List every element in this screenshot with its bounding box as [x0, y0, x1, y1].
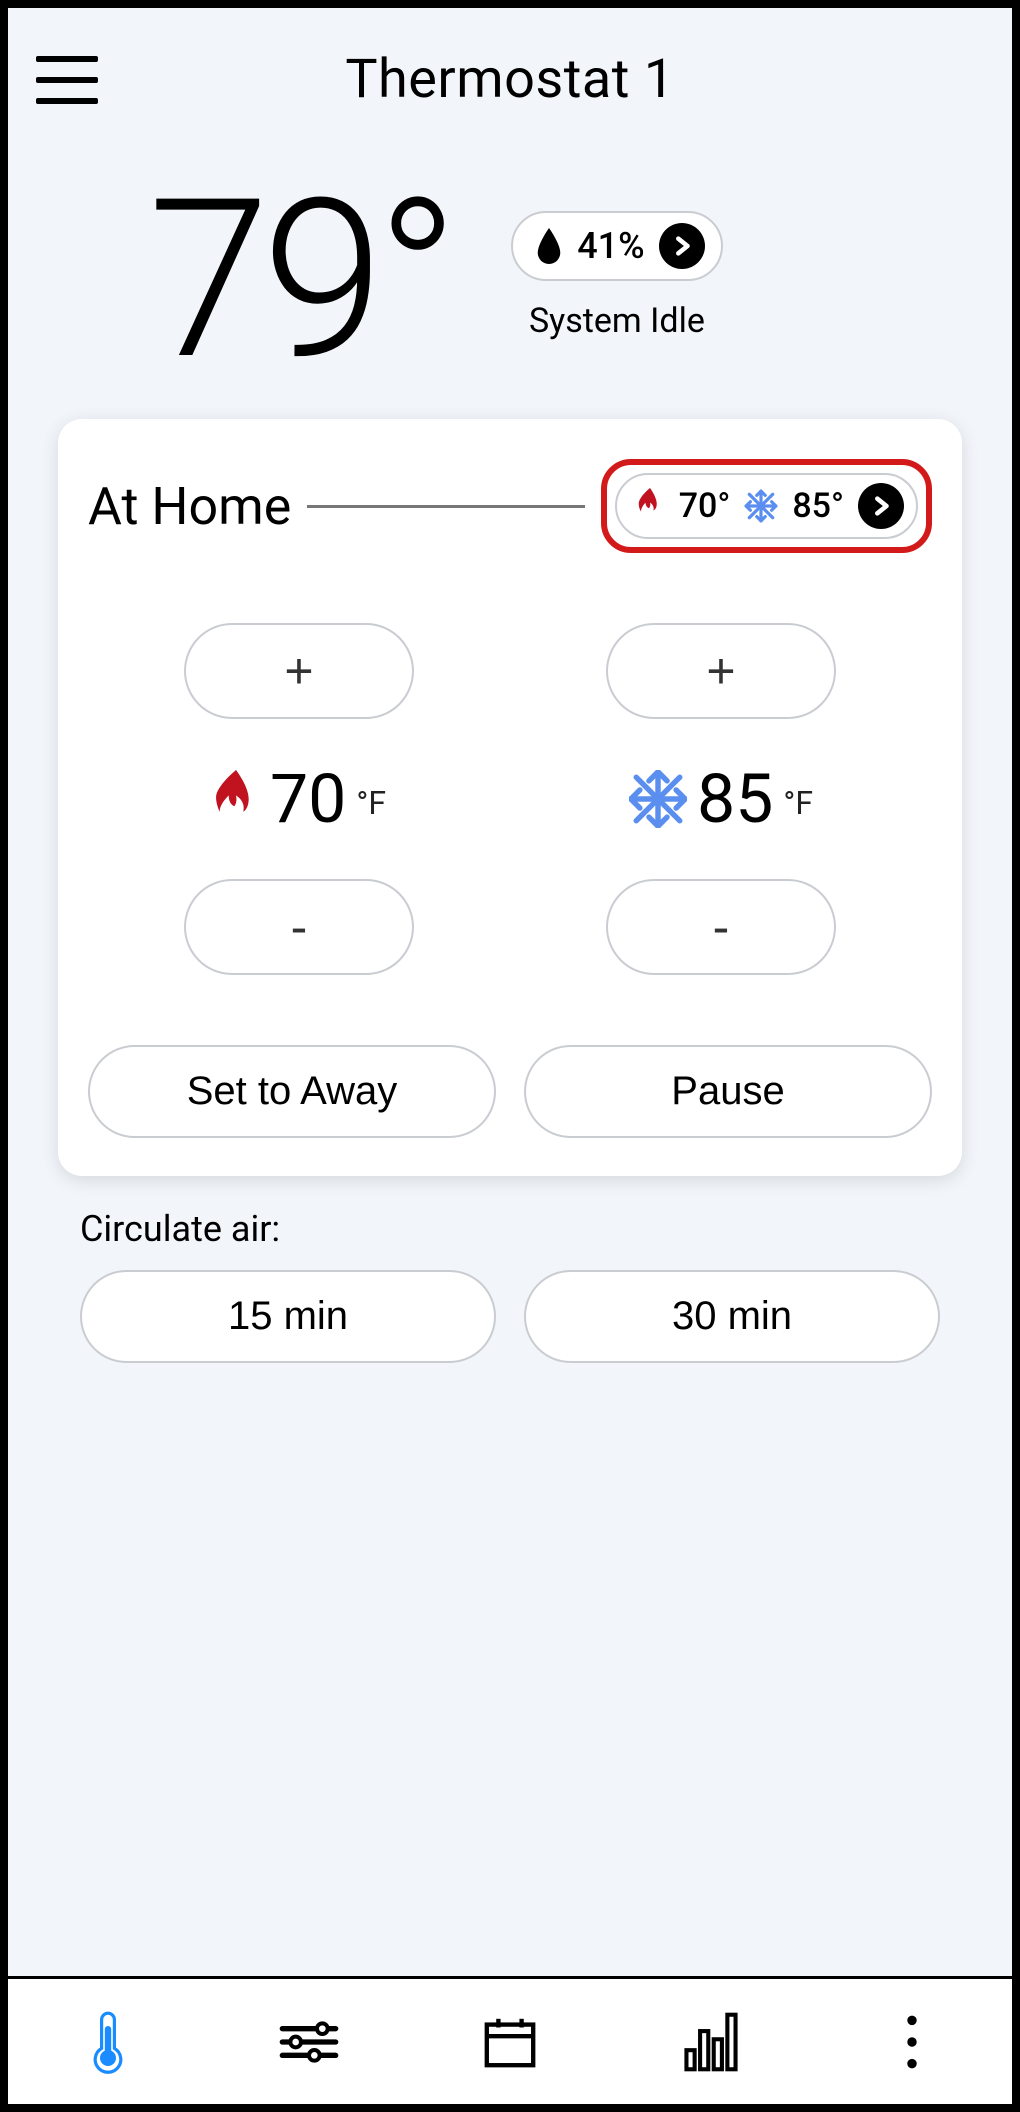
calendar-icon	[481, 2013, 539, 2071]
chevron-right-icon	[858, 483, 904, 529]
card-header: At Home 70°	[88, 459, 932, 553]
cool-badge: 85°	[792, 486, 844, 526]
circulate-30-button[interactable]: 30 min	[524, 1270, 940, 1363]
divider	[307, 505, 584, 508]
setpoint-card: At Home 70°	[58, 419, 962, 1176]
bottom-nav	[8, 1976, 1012, 2104]
chevron-right-icon	[659, 223, 705, 269]
nav-more[interactable]	[811, 1979, 1012, 2104]
heat-decrease-button[interactable]: -	[184, 879, 414, 975]
snowflake-icon	[629, 770, 687, 828]
cool-unit: °F	[783, 784, 813, 822]
set-away-button[interactable]: Set to Away	[88, 1045, 496, 1138]
cool-column: + 85 °F -	[606, 623, 836, 975]
hero-right: 41% System Idle	[511, 211, 722, 341]
cool-setpoint: 85 °F	[629, 759, 813, 839]
setpoints-button[interactable]: 70° 85°	[615, 473, 918, 539]
heat-unit: °F	[356, 784, 386, 822]
humidity-value: 41%	[577, 225, 644, 267]
heat-setpoint: 70 °F	[212, 759, 386, 839]
nav-settings[interactable]	[209, 1979, 410, 2104]
nav-schedule[interactable]	[410, 1979, 611, 2104]
thermometer-icon	[88, 2010, 128, 2074]
nav-thermometer[interactable]	[8, 1979, 209, 2104]
snowflake-icon	[744, 489, 778, 523]
current-temperature: 79°	[48, 181, 451, 379]
page-title: Thermostat 1	[36, 48, 984, 111]
mode-label: At Home	[88, 476, 291, 537]
top-bar: Thermostat 1	[8, 8, 1012, 121]
heat-column: + 70 °F -	[184, 623, 414, 975]
sliders-icon	[277, 2018, 341, 2066]
controls-row: + 70 °F - +	[88, 623, 932, 975]
humidity-button[interactable]: 41%	[511, 211, 722, 281]
flame-icon	[212, 770, 260, 828]
app-screen: Thermostat 1 79° 41% System Idle At Home	[0, 0, 1020, 2112]
hero-section: 79° 41% System Idle	[8, 121, 1012, 419]
pause-button[interactable]: Pause	[524, 1045, 932, 1138]
flame-icon	[635, 488, 665, 524]
cool-increase-button[interactable]: +	[606, 623, 836, 719]
cool-value: 85	[697, 759, 773, 839]
heat-increase-button[interactable]: +	[184, 623, 414, 719]
circulate-label: Circulate air:	[80, 1208, 940, 1250]
system-status: System Idle	[529, 301, 705, 341]
heat-value: 70	[270, 759, 346, 839]
cool-decrease-button[interactable]: -	[606, 879, 836, 975]
circulate-15-button[interactable]: 15 min	[80, 1270, 496, 1363]
setpoints-highlight: 70° 85°	[601, 459, 932, 553]
bar-chart-icon	[683, 2012, 739, 2072]
circulate-row: 15 min 30 min	[80, 1270, 940, 1363]
heat-badge: 70°	[679, 486, 731, 526]
action-row: Set to Away Pause	[88, 1045, 932, 1138]
droplet-icon	[535, 228, 563, 264]
more-vertical-icon	[905, 2015, 919, 2069]
circulate-section: Circulate air: 15 min 30 min	[80, 1208, 940, 1363]
nav-usage[interactable]	[610, 1979, 811, 2104]
